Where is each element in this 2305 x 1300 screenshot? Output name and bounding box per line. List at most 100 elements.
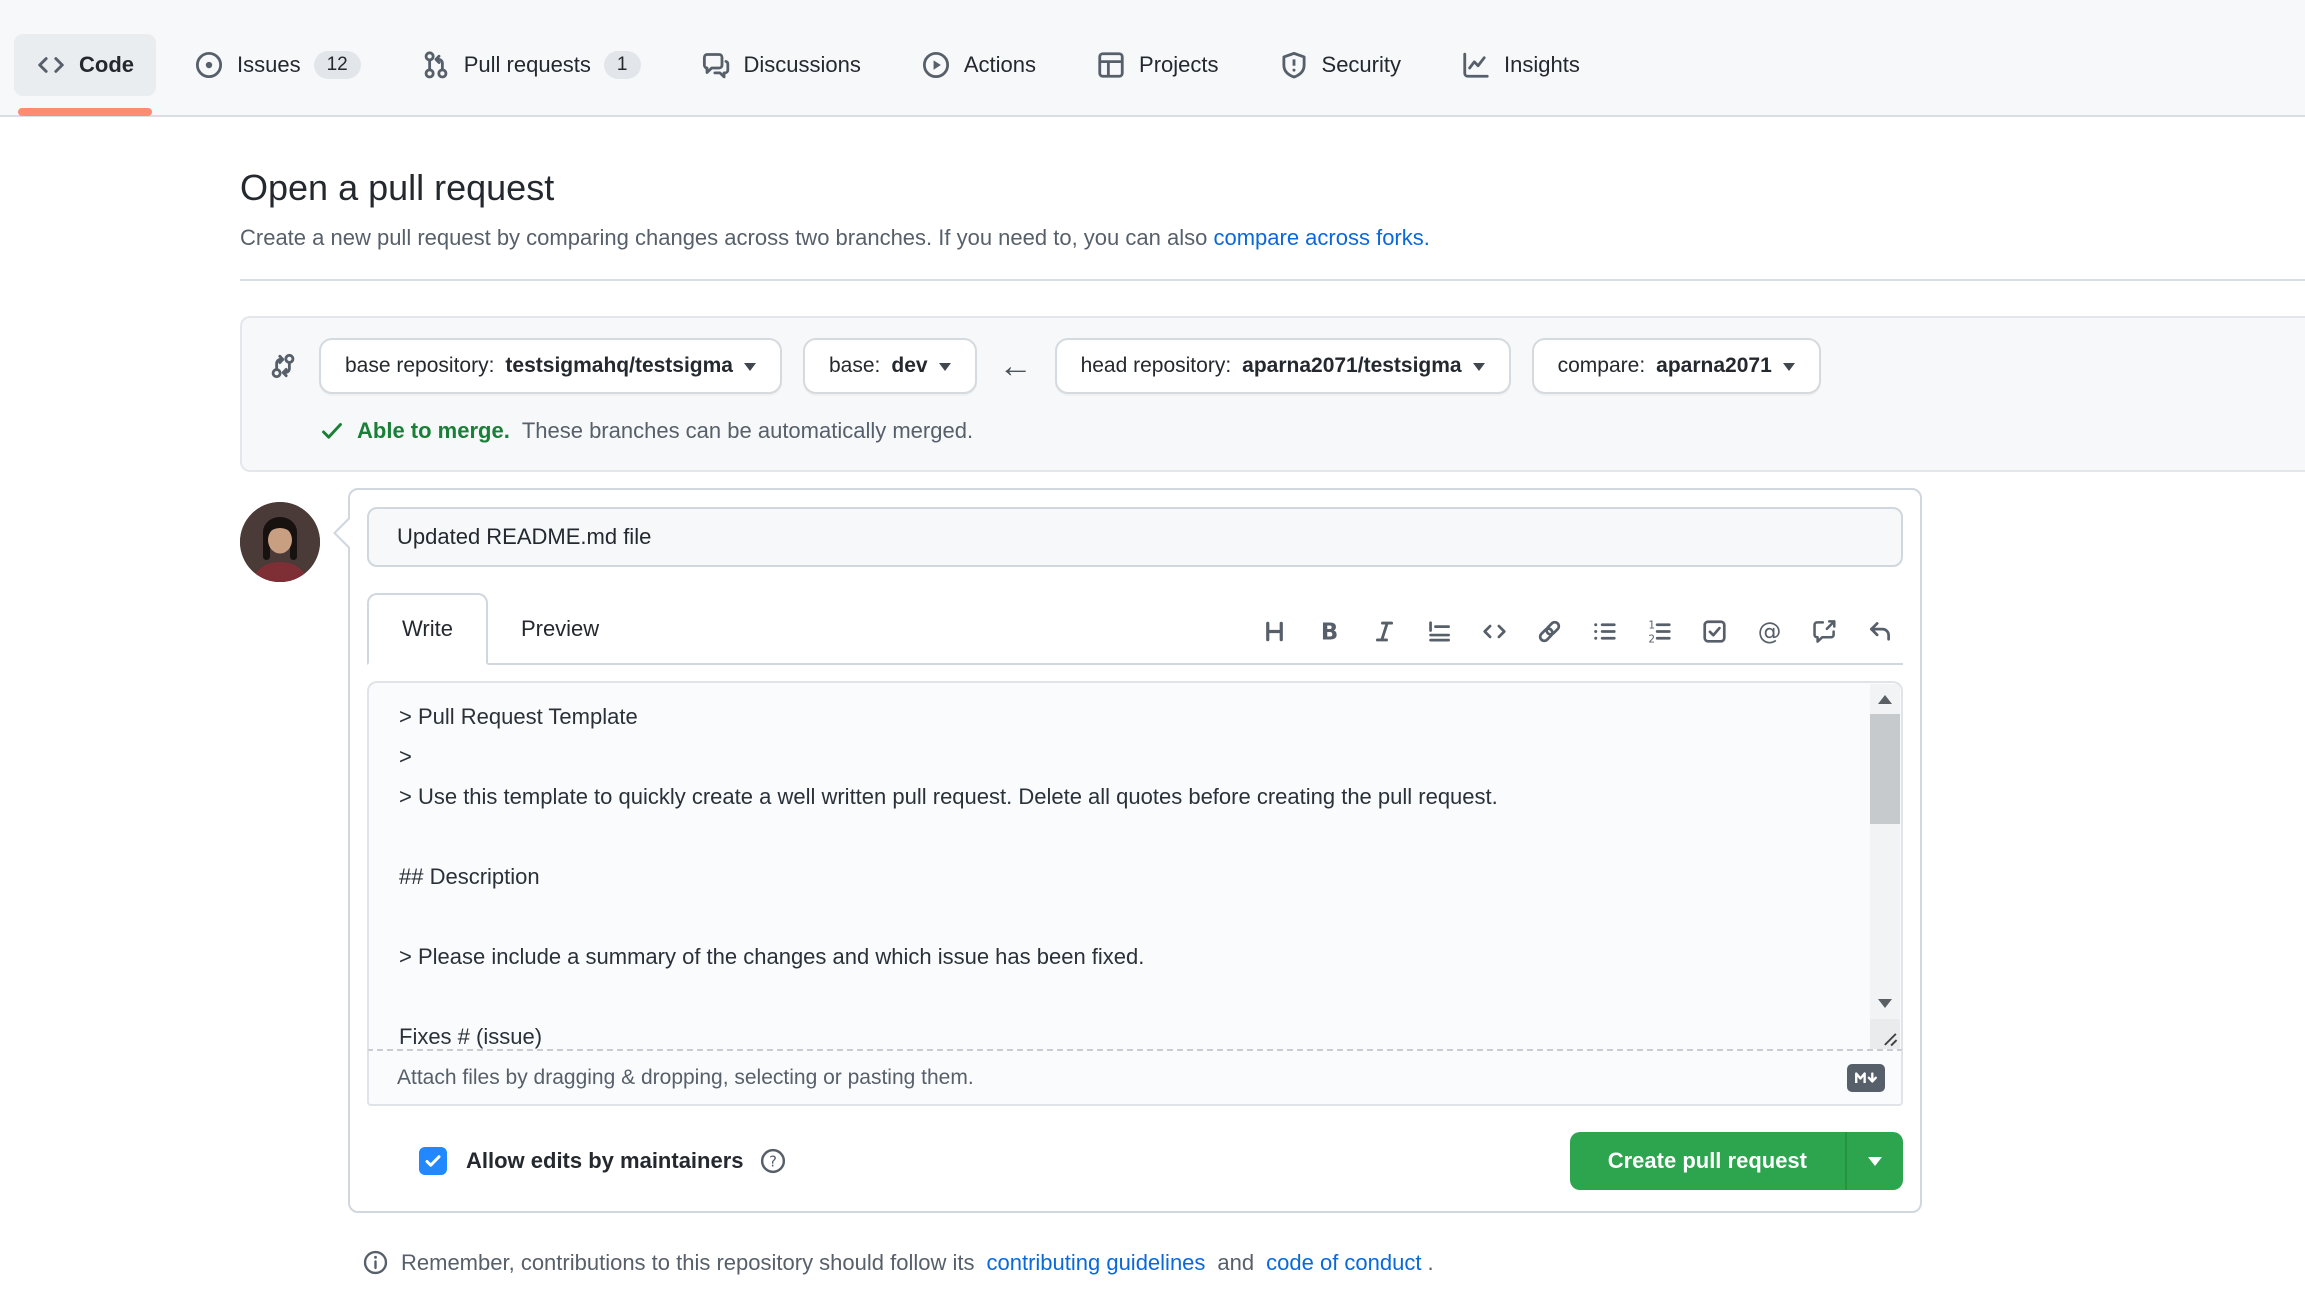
merge-status-bold: Able to merge. [357,418,510,444]
section-divider [240,279,2305,281]
tab-label: Discussions [744,52,861,78]
reply-icon[interactable] [1866,618,1893,645]
note-text: Remember, contributions to this reposito… [401,1250,974,1276]
tasklist-icon[interactable] [1701,618,1728,645]
info-icon [362,1249,389,1276]
tab-counter: 12 [314,51,361,79]
play-circle-icon [921,50,951,80]
allow-edits-label: Allow edits by maintainers [466,1148,744,1174]
tab-label: Code [79,52,134,78]
unordered-list-icon[interactable] [1591,618,1618,645]
git-compare-icon [268,351,298,381]
pr-body-area: > Pull Request Template > > Use this tem… [367,681,1903,1049]
code-of-conduct-link[interactable]: code of conduct [1266,1250,1421,1276]
base-branch-value: dev [891,354,927,378]
base-branch-label: base: [829,354,880,378]
page-title: Open a pull request [240,167,2305,209]
create-pr-dropdown-button[interactable] [1845,1132,1903,1190]
tab-label: Projects [1139,52,1218,78]
scroll-down-button[interactable] [1870,991,1900,1019]
pr-title-input[interactable] [367,507,1903,567]
compare-page: Open a pull request Create a new pull re… [0,167,2305,1296]
check-icon [319,418,345,444]
ordered-list-icon[interactable]: 12 [1646,618,1673,645]
scrollbar-thumb[interactable] [1870,714,1900,824]
tab-preview[interactable]: Preview [488,595,632,663]
pr-body-textarea[interactable]: > Pull Request Template > > Use this tem… [369,683,1901,1049]
tab-projects[interactable]: Projects [1074,34,1240,96]
pr-compose-box: Write Preview B [348,488,1922,1213]
git-pull-request-icon [421,50,451,80]
chevron-down-icon [1783,363,1795,377]
allow-edits-checkbox[interactable] [419,1147,447,1175]
tab-label: Actions [964,52,1036,78]
branch-range-bar: base repository:testsigmahq/testsigma ba… [240,316,2305,472]
mention-icon[interactable]: @ [1756,618,1783,645]
compare-branch-value: aparna2071 [1656,354,1772,378]
head-repository-value: aparna2071/testsigma [1242,354,1461,378]
svg-text:B: B [1321,619,1338,645]
subtitle-text: Create a new pull request by comparing c… [240,225,1207,250]
contribution-note: Remember, contributions to this reposito… [362,1249,2305,1296]
base-repository-select[interactable]: base repository:testsigmahq/testsigma [319,338,782,394]
svg-text:@: @ [1758,618,1782,645]
chevron-down-icon [1473,363,1485,377]
note-conj: and [1217,1250,1254,1276]
tab-label: Issues [237,52,301,78]
code-icon [36,50,66,80]
pr-composer: Write Preview B [240,488,2305,1213]
base-branch-select[interactable]: base: dev [803,338,977,394]
arrow-left-icon: ← [999,349,1033,383]
tab-actions[interactable]: Actions [899,34,1058,96]
bold-icon[interactable]: B [1316,618,1343,645]
create-pull-request-button[interactable]: Create pull request [1570,1132,1845,1190]
merge-status: Able to merge. These branches can be aut… [319,418,2287,444]
attach-hint: Attach files by dragging & dropping, sel… [397,1066,974,1090]
avatar [240,502,320,582]
merge-status-text: These branches can be automatically merg… [522,418,973,444]
code-icon[interactable] [1481,618,1508,645]
tab-pull-requests[interactable]: Pull requests 1 [399,34,663,96]
shield-icon [1279,50,1309,80]
scroll-up-button[interactable] [1870,684,1900,712]
tab-label: Pull requests [464,52,591,78]
head-repository-select[interactable]: head repository: aparna2071/testsigma [1055,338,1511,394]
head-repository-label: head repository: [1081,354,1232,378]
contributing-guidelines-link[interactable]: contributing guidelines [986,1250,1205,1276]
attach-files-area[interactable]: Attach files by dragging & dropping, sel… [367,1049,1903,1106]
markdown-editor: > Pull Request Template > > Use this tem… [367,681,1903,1106]
base-repository-value: testsigmahq/testsigma [505,354,733,378]
italic-icon[interactable] [1371,618,1398,645]
svg-text:1: 1 [1648,619,1655,631]
tab-security[interactable]: Security [1257,34,1423,96]
create-pr-button-group: Create pull request [1570,1132,1903,1190]
svg-text:2: 2 [1648,633,1655,645]
chevron-down-icon [1868,1157,1882,1173]
tab-label: Insights [1504,52,1580,78]
note-period: . [1427,1250,1433,1276]
question-icon[interactable]: ? [759,1147,787,1175]
tab-counter: 1 [604,51,641,79]
markdown-supported-icon[interactable] [1847,1064,1885,1092]
graph-icon [1461,50,1491,80]
resize-grip[interactable] [1870,1019,1900,1049]
compare-branch-select[interactable]: compare:aparna2071 [1532,338,1821,394]
cross-reference-icon[interactable] [1811,618,1838,645]
link-icon[interactable] [1536,618,1563,645]
editor-tab-row: Write Preview B [367,593,1903,665]
tab-discussions[interactable]: Discussions [679,34,883,96]
quote-icon[interactable] [1426,618,1453,645]
tab-insights[interactable]: Insights [1439,34,1602,96]
tab-code[interactable]: Code [14,34,156,96]
speech-caret [333,516,350,550]
heading-icon[interactable] [1261,618,1288,645]
compare-across-forks-link[interactable]: compare across forks. [1213,225,1429,250]
chevron-down-icon [939,363,951,377]
issue-opened-icon [194,50,224,80]
tab-issues[interactable]: Issues 12 [172,34,383,96]
discussions-icon [701,50,731,80]
textarea-scrollbar[interactable] [1870,684,1900,1049]
composer-footer: Allow edits by maintainers ? Create pull… [367,1132,1903,1194]
repo-tab-nav: Code Issues 12 Pull requests 1 Discussio… [0,0,2305,117]
tab-write[interactable]: Write [367,593,488,665]
